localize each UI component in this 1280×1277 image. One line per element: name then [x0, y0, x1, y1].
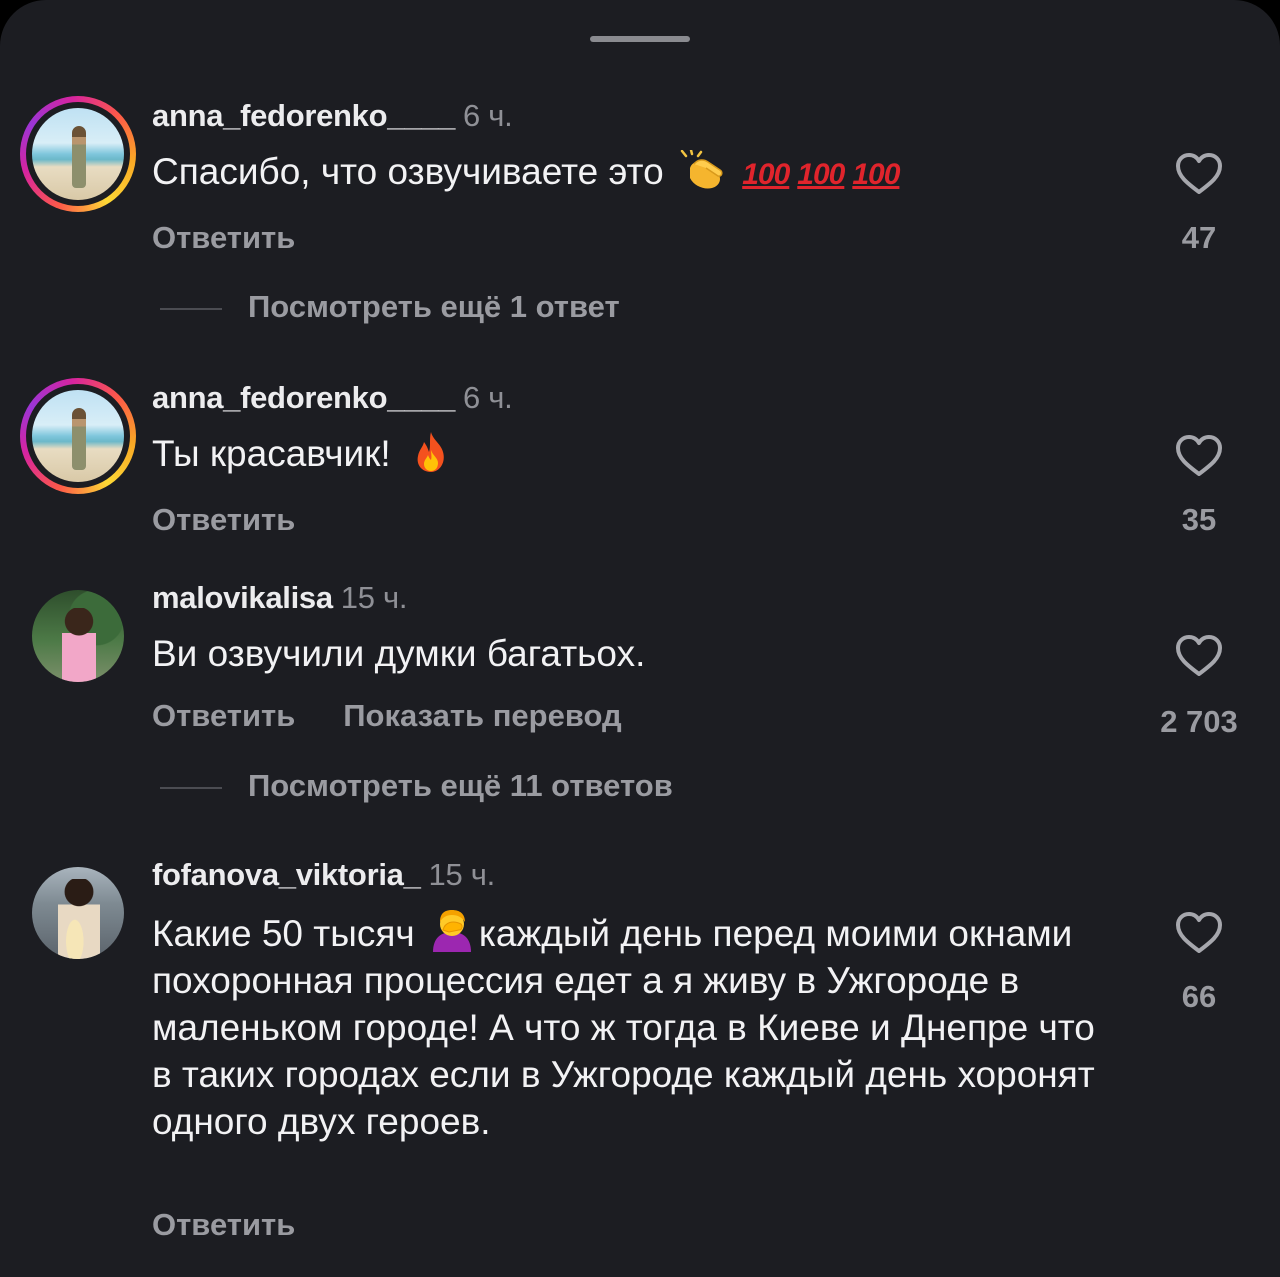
comment-text: Ты красавчик!	[152, 430, 1112, 477]
comments-sheet: anna_fedorenko____ 6 ч. Спасибо, что озву…	[0, 0, 1280, 1277]
like-count: 2 703	[1160, 704, 1238, 739]
like-heart-icon[interactable]	[1175, 911, 1223, 955]
comment-actions: Ответить	[152, 1207, 295, 1243]
username-text[interactable]: malovikalisa	[152, 580, 333, 615]
comment-text-body: Ты красавчик!	[152, 433, 391, 474]
comment-username[interactable]: anna_fedorenko____ 6 ч.	[152, 98, 513, 134]
avatar	[32, 590, 124, 682]
view-more-replies-label[interactable]: Посмотреть ещё 11 ответов	[248, 768, 673, 803]
avatar	[32, 108, 124, 200]
show-translation-button[interactable]: Показать перевод	[343, 698, 621, 733]
avatar-story-ring[interactable]	[20, 96, 136, 212]
fire-icon	[417, 432, 444, 472]
hundred-points-icon: 100	[852, 158, 900, 191]
avatar	[32, 390, 124, 482]
like-count: 35	[1181, 502, 1217, 537]
reply-button[interactable]: Ответить	[152, 1207, 295, 1242]
view-more-replies[interactable]: Посмотреть ещё 1 ответ	[160, 289, 620, 325]
drag-handle[interactable]	[590, 36, 690, 42]
avatar-frame[interactable]	[20, 578, 136, 694]
comment-actions: Ответить	[152, 502, 295, 538]
hundred-points-icon: 100	[797, 158, 845, 191]
avatar	[32, 867, 124, 959]
comment-text-body: Спасибо, что озвучиваете это	[152, 151, 664, 192]
like-heart-icon[interactable]	[1175, 634, 1223, 678]
reply-button[interactable]: Ответить	[152, 220, 295, 255]
comment-text-body: Ви озвучили думки багатьох.	[152, 633, 646, 674]
username-text[interactable]: fofanova_viktoria_	[152, 857, 421, 892]
comment-text-before-emoji: Какие 50 тысяч	[152, 913, 415, 954]
comment-time: 15 ч.	[340, 580, 408, 615]
username-text[interactable]: anna_fedorenko____	[152, 98, 455, 133]
comment-actions: Ответить Показать перевод	[152, 698, 622, 734]
woman-facepalming-icon	[432, 910, 471, 952]
like-heart-icon[interactable]	[1175, 152, 1223, 196]
reply-button[interactable]: Ответить	[152, 502, 295, 537]
hundred-points-icon: 100	[742, 158, 790, 191]
replies-divider	[160, 307, 222, 310]
like-count: 47	[1181, 220, 1217, 255]
avatar-story-ring[interactable]	[20, 378, 136, 494]
comment-username[interactable]: malovikalisa 15 ч.	[152, 580, 407, 616]
username-text[interactable]: anna_fedorenko____	[152, 380, 455, 415]
comment-username[interactable]: anna_fedorenko____ 6 ч.	[152, 380, 513, 416]
like-heart-icon[interactable]	[1175, 434, 1223, 478]
comment-actions: Ответить	[152, 220, 295, 256]
comment-text: Ви озвучили думки багатьох.	[152, 630, 1112, 677]
view-more-replies[interactable]: Посмотреть ещё 11 ответов	[160, 768, 673, 804]
reply-button[interactable]: Ответить	[152, 698, 295, 733]
comment-time: 6 ч.	[463, 380, 513, 415]
comment-time: 15 ч.	[428, 857, 496, 892]
clapping-hands-icon	[680, 150, 723, 189]
avatar-frame[interactable]	[20, 855, 136, 971]
like-count: 66	[1181, 979, 1217, 1014]
comment-text: Какие 50 тысяч каждый день перед моими о…	[152, 908, 1112, 1145]
comment-text: Спасибо, что озвучиваете это 100 100 100	[152, 148, 1112, 198]
replies-divider	[160, 786, 222, 789]
view-more-replies-label[interactable]: Посмотреть ещё 1 ответ	[248, 289, 620, 324]
comment-time: 6 ч.	[463, 98, 513, 133]
comment-username[interactable]: fofanova_viktoria_ 15 ч.	[152, 857, 495, 893]
